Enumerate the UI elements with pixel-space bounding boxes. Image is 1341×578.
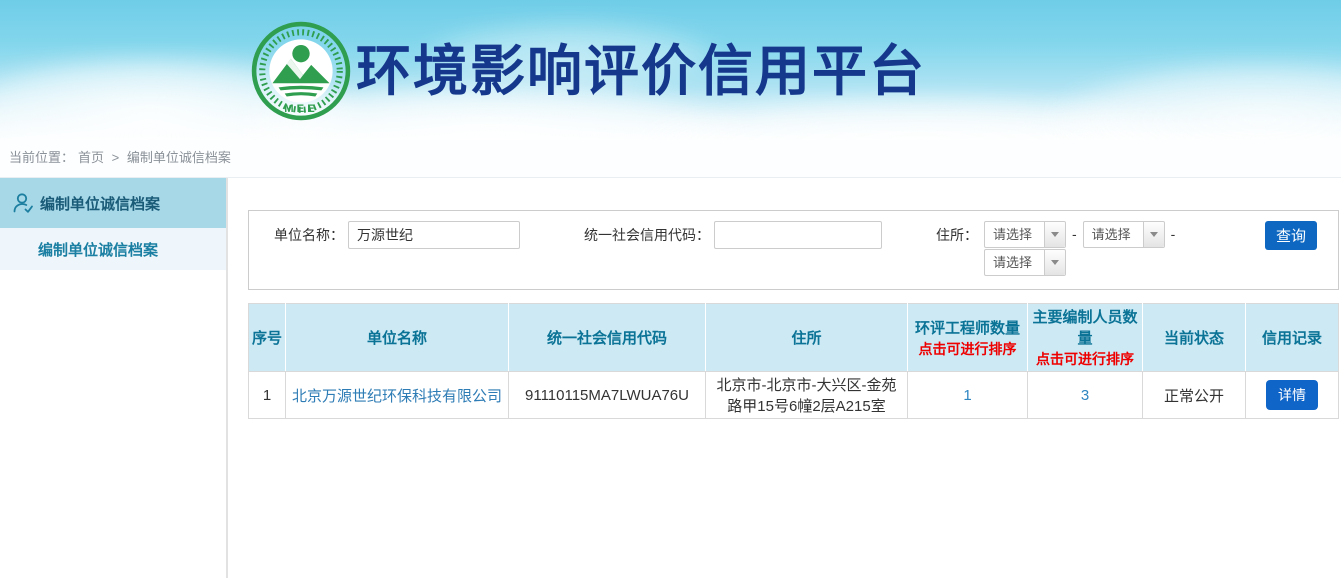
credit-code-input[interactable] xyxy=(714,221,882,249)
staff-count-link[interactable]: 3 xyxy=(1081,387,1089,404)
sidebar-item-label: 编制单位诚信档案 xyxy=(38,239,158,260)
col-header-address: 住所 xyxy=(706,304,908,372)
col-header-credit-record: 信用记录 xyxy=(1246,304,1339,372)
results-table: 序号 单位名称 统一社会信用代码 住所 环评工程师数量 点击可进行排序 主要编制… xyxy=(248,303,1339,419)
col-header-index: 序号 xyxy=(249,304,286,372)
col-header-credit-code: 统一社会信用代码 xyxy=(509,304,706,372)
col-header-engineer-count[interactable]: 环评工程师数量 点击可进行排序 xyxy=(908,304,1028,372)
province-select[interactable]: 请选择 xyxy=(984,221,1066,248)
col-header-label: 环评工程师数量 xyxy=(915,320,1020,337)
breadcrumb-separator: > xyxy=(112,150,120,165)
engineer-count-link[interactable]: 1 xyxy=(963,387,971,404)
col-header-unit-name: 单位名称 xyxy=(286,304,509,372)
col-header-staff-count[interactable]: 主要编制人员数量 点击可进行排序 xyxy=(1028,304,1143,372)
site-header: MEE 环境影响评价信用平台 xyxy=(0,0,1341,140)
dash-separator: - xyxy=(1072,221,1077,248)
query-button[interactable]: 查询 xyxy=(1265,221,1317,250)
search-form: 单位名称： 统一社会信用代码： 住所： 请选择 - xyxy=(248,210,1339,290)
detail-button[interactable]: 详情 xyxy=(1266,380,1318,410)
chevron-down-icon[interactable] xyxy=(1044,222,1065,247)
sidebar: 编制单位诚信档案 编制单位诚信档案 xyxy=(0,178,228,578)
cell-status: 正常公开 xyxy=(1143,372,1246,419)
breadcrumb-prefix: 当前位置： xyxy=(9,150,74,165)
city-select-value: 请选择 xyxy=(1084,222,1143,247)
city-select[interactable]: 请选择 xyxy=(1083,221,1165,248)
table-header-row: 序号 单位名称 统一社会信用代码 住所 环评工程师数量 点击可进行排序 主要编制… xyxy=(249,304,1339,372)
table-row: 1 北京万源世纪环保科技有限公司 91110115MA7LWUA76U 北京市-… xyxy=(249,372,1339,419)
col-header-label: 主要编制人员数量 xyxy=(1032,309,1137,347)
site-title: 环境影响评价信用平台 xyxy=(356,20,926,122)
cell-index: 1 xyxy=(249,372,286,419)
user-check-icon xyxy=(10,190,36,216)
cell-address: 北京市-北京市-大兴区-金苑路甲15号6幢2层A215室 xyxy=(706,372,908,419)
breadcrumb-current: 编制单位诚信档案 xyxy=(127,150,231,165)
province-select-value: 请选择 xyxy=(985,222,1044,247)
cloud-decoration xyxy=(1050,60,1341,140)
mee-logo-icon: MEE xyxy=(250,20,352,122)
main-content: 单位名称： 统一社会信用代码： 住所： 请选择 - xyxy=(228,178,1341,578)
district-select-value: 请选择 xyxy=(985,250,1044,275)
breadcrumb: 当前位置： 首页 > 编制单位诚信档案 xyxy=(0,140,1341,178)
cell-credit-code: 91110115MA7LWUA76U xyxy=(509,372,706,419)
district-select[interactable]: 请选择 xyxy=(984,249,1066,276)
sort-hint: 点击可进行排序 xyxy=(1030,349,1140,369)
sort-hint: 点击可进行排序 xyxy=(910,339,1025,359)
sidebar-item-credit-archive[interactable]: 编制单位诚信档案 xyxy=(0,178,226,228)
sidebar-item-label: 编制单位诚信档案 xyxy=(40,193,160,214)
breadcrumb-home-link[interactable]: 首页 xyxy=(78,150,104,165)
credit-code-label: 统一社会信用代码： xyxy=(584,221,710,249)
dash-separator: - xyxy=(1171,221,1176,248)
company-name-link[interactable]: 北京万源世纪环保科技有限公司 xyxy=(292,388,502,405)
address-label: 住所： xyxy=(936,221,978,276)
sidebar-subitem-credit-archive[interactable]: 编制单位诚信档案 xyxy=(0,228,226,270)
svg-text:MEE: MEE xyxy=(284,103,317,115)
col-header-status: 当前状态 xyxy=(1143,304,1246,372)
unit-name-input[interactable] xyxy=(348,221,520,249)
chevron-down-icon[interactable] xyxy=(1044,250,1065,275)
brand: MEE 环境影响评价信用平台 xyxy=(250,20,926,122)
chevron-down-icon[interactable] xyxy=(1143,222,1164,247)
unit-name-label: 单位名称： xyxy=(274,221,344,249)
